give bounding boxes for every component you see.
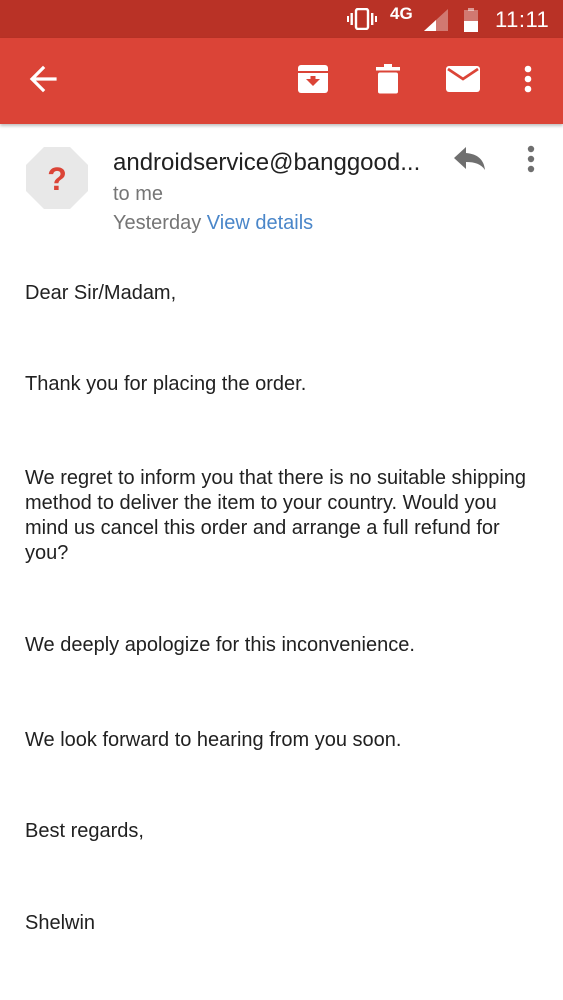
back-button[interactable] [18,38,68,124]
vibrate-icon [347,7,377,35]
body-thanks: Thank you for placing the order. [25,373,307,395]
sender-address: androidservice@banggood... [113,149,421,176]
date-line: Yesterday View details [113,212,313,235]
more-options-button[interactable] [508,38,548,124]
body-regret: We regret to inform you that there is no… [25,467,527,564]
back-arrow-icon [29,65,57,98]
body-forward: We look forward to hearing from you soon… [25,729,402,751]
view-details-link[interactable]: View details [207,212,313,234]
network-type-label: 4G [390,4,413,23]
body-closing: Best regards, [25,820,144,842]
signal-icon [424,9,448,36]
mail-icon [446,65,480,97]
more-vert-icon [524,65,532,98]
mark-unread-button[interactable] [440,38,486,124]
status-time: 11:11 [495,7,550,32]
body-greeting: Dear Sir/Madam, [25,282,177,304]
battery-icon [464,8,478,37]
archive-button[interactable] [290,38,336,124]
body-signature: Shelwin [25,912,96,934]
message-more-button[interactable] [516,144,546,178]
status-bar: 4G 11:11 [0,0,563,38]
reply-button[interactable] [450,144,490,178]
recipient-label: to me [113,183,164,205]
more-vert-icon [527,145,535,178]
toolbar [0,38,563,124]
delete-button[interactable] [366,38,410,124]
trash-icon [376,63,400,99]
reply-icon [454,146,486,176]
message-date: Yesterday [113,212,202,234]
sender-avatar[interactable]: ? [25,146,89,210]
body-apology: We deeply apologize for this inconvenien… [25,634,415,656]
archive-icon [297,64,329,99]
message-header: ? androidservice@banggood... to me Yeste… [0,124,563,244]
avatar-glyph: ? [47,161,67,197]
